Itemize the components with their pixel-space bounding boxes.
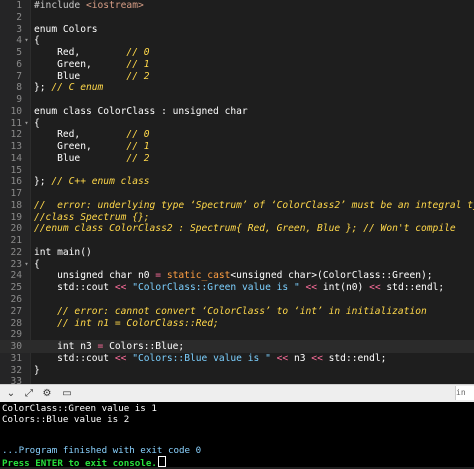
terminal-icon[interactable]: ▭ [60,387,74,400]
code-token: "Colors::Blue value is " [132,352,271,364]
line-number: 33 [10,376,22,384]
settings-icon[interactable]: ⚙ [40,387,54,400]
console-line: ...Program finished with exit code 0 [2,445,201,456]
code-token: "ColorClass::Green value is " [132,282,300,294]
code-token: std::endl; [380,282,445,294]
stdin-input[interactable]: in [455,386,474,400]
code-token: enum Colors [34,23,98,35]
code-token: static_cast [166,270,231,282]
expand-icon[interactable]: ⤢ [22,387,36,400]
code-token: int(n0) [317,282,370,294]
code-token: unsigned char n0 [34,270,156,282]
code-token: // 0 [126,129,150,141]
code-token: // 0 [126,47,150,59]
code-token: { [34,117,40,129]
code-editor[interactable]: 1 #include <iostream> 2 3 enum Colors 4 ▾{5 Re… [0,0,474,384]
code-token: Colors::Blue; [103,341,185,353]
code-token: // C++ enum class [51,176,150,188]
code-token: std::endl; [322,352,387,364]
code-token: // int n1 = ColorClass::Red; [34,317,219,329]
code-token: Red, [34,129,127,141]
code-token: <iostream> [85,0,144,11]
code-token: std::cout [34,352,115,364]
code-token: #include [34,0,86,11]
code-token: << [305,282,318,294]
code-token: { [34,258,40,270]
code-token: << [114,352,127,364]
console-text: ...Program finished with exit code 0 [2,445,202,457]
console-line: Press ENTER to exit console. [2,456,166,469]
code-token: Blue [34,152,127,164]
code-line[interactable]: 33 [0,375,474,384]
code-token: //class Spectrum {}; [34,211,150,223]
console-text: ColorClass::Green value is 1 [2,403,157,414]
code-token: // C enum [51,82,104,94]
code-token: n3 [288,352,312,364]
code-token: <unsigned char>(ColorClass::Green); [230,270,433,282]
code-token: }; [34,82,52,94]
code-token: int main() [34,246,92,258]
code-token: << [369,282,381,294]
console-line: ColorClass::Green value is 1 [2,403,157,414]
code-token: // 2 [126,152,150,164]
code-token: Green, [34,141,127,153]
console-cursor [157,456,166,467]
code-token: int n3 [34,341,98,353]
code-token: }; [34,176,52,188]
code-token: << [114,282,127,294]
code-token: Green, [34,58,127,70]
code-token: { [34,35,40,47]
code-token: << [276,352,289,364]
console-output[interactable]: ColorClass::Green value is 1 Colors::Blue… [0,402,474,469]
console-text: Press ENTER to exit console. [2,458,157,469]
code-token: // 2 [126,70,150,82]
code-token: Red, [34,47,127,59]
code-token: << [311,352,323,364]
code-token: // 1 [126,58,150,70]
console-text: Colors::Blue value is 2 [2,413,130,425]
console-line: Colors::Blue value is 2 [2,414,129,425]
output-toolbar: ⌄ ⤢ ⚙ ▭ in [0,384,474,402]
code-token: //enum class ColorClass2 : Spectrum{ Red… [34,223,456,235]
code-token: // error: underlying type ‘Spectrum’ of … [34,199,474,211]
code-token: // 1 [126,141,150,153]
code-token: std::cout [34,282,115,294]
chevron-down-icon[interactable]: ⌄ [4,387,18,400]
code-token: } [34,364,40,376]
code-token: enum class ColorClass : unsigned char [34,105,248,117]
code-token: // error: cannot convert ‘ColorClass’ to… [34,305,427,317]
code-token: Blue [34,70,127,82]
